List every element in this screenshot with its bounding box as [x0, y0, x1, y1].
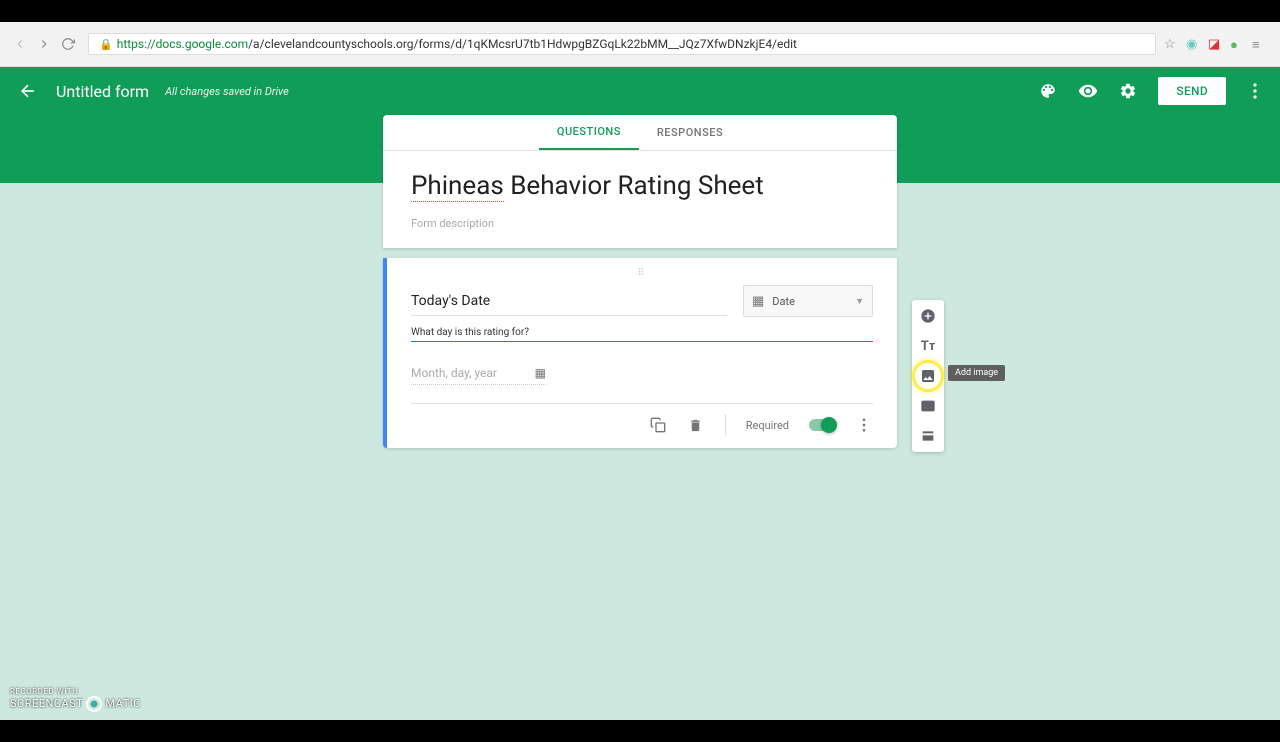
- app-header: Untitled form All changes saved in Drive…: [0, 67, 1280, 115]
- url-bar[interactable]: 🔒 https://docs.google.com/a/clevelandcou…: [88, 33, 1156, 55]
- watermark-brand2: MATIC: [106, 697, 141, 710]
- add-title-icon[interactable]: Tᴛ: [918, 336, 938, 356]
- forward-nav-icon[interactable]: [35, 35, 53, 53]
- side-toolbar: Tᴛ: [912, 300, 944, 452]
- tab-responses[interactable]: RESPONSES: [639, 115, 741, 150]
- date-input-preview: Month, day, year ▦: [411, 362, 546, 385]
- question-footer: Required: [411, 403, 873, 436]
- back-arrow-icon[interactable]: [16, 79, 40, 103]
- form-description[interactable]: Form description: [411, 217, 869, 230]
- back-nav-icon[interactable]: [11, 35, 29, 53]
- date-placeholder: Month, day, year: [411, 366, 497, 380]
- ext3-icon[interactable]: ●: [1230, 37, 1244, 51]
- calendar-icon: ▦: [752, 294, 764, 309]
- watermark: RECORDED WITH SCREENCAST MATIC: [10, 687, 141, 712]
- send-button[interactable]: SEND: [1158, 77, 1226, 105]
- settings-icon[interactable]: [1118, 81, 1138, 101]
- add-section-icon[interactable]: [918, 426, 938, 446]
- lock-icon: 🔒: [99, 38, 113, 51]
- watermark-brand1: SCREENCAST: [10, 697, 83, 710]
- palette-icon[interactable]: [1038, 81, 1058, 101]
- tabs: QUESTIONS RESPONSES: [383, 115, 897, 151]
- form-header-card: QUESTIONS RESPONSES Phineas Behavior Rat…: [383, 115, 897, 248]
- watermark-line1: RECORDED WITH: [10, 687, 141, 696]
- question-type-select[interactable]: ▦ Date ▼: [743, 285, 873, 317]
- reload-icon[interactable]: [59, 35, 77, 53]
- delete-icon[interactable]: [687, 416, 705, 434]
- tab-questions[interactable]: QUESTIONS: [539, 115, 639, 150]
- chrome-menu-icon[interactable]: ≡: [1252, 37, 1266, 51]
- form-title[interactable]: Phineas Behavior Rating Sheet: [411, 171, 869, 201]
- question-type-label: Date: [772, 295, 795, 308]
- add-image-icon[interactable]: [918, 366, 938, 386]
- chevron-down-icon: ▼: [855, 296, 864, 307]
- add-video-icon[interactable]: [918, 396, 938, 416]
- form-title-rest: Behavior Rating Sheet: [504, 171, 764, 201]
- url-host: https://docs.google.com: [117, 37, 248, 51]
- preview-icon[interactable]: [1078, 81, 1098, 101]
- duplicate-icon[interactable]: [649, 416, 667, 434]
- required-label: Required: [746, 419, 789, 432]
- ext2-icon[interactable]: ◪: [1208, 37, 1222, 51]
- form-name[interactable]: Untitled form: [56, 82, 149, 101]
- calendar-icon: ▦: [535, 366, 546, 380]
- extension-icons: ☆ ◉ ◪ ● ≡: [1164, 37, 1272, 51]
- browser-toolbar: 🔒 https://docs.google.com/a/clevelandcou…: [0, 22, 1280, 67]
- more-menu-icon[interactable]: [1246, 83, 1264, 99]
- drag-handle-icon[interactable]: ⠿: [411, 266, 873, 281]
- form-title-word: Phineas: [411, 171, 504, 202]
- divider: [725, 414, 726, 436]
- question-title[interactable]: Today's Date: [411, 287, 727, 316]
- url-path: /a/clevelandcountyschools.org/forms/d/1q…: [248, 37, 797, 51]
- ext1-icon[interactable]: ◉: [1186, 37, 1200, 51]
- tooltip: Add image: [948, 365, 1005, 381]
- save-status: All changes saved in Drive: [165, 85, 289, 98]
- question-more-icon[interactable]: [855, 416, 873, 434]
- question-card[interactable]: ⠿ Today's Date ▦ Date ▼ Month, day, year…: [383, 258, 897, 448]
- watermark-logo-icon: [86, 696, 102, 712]
- question-description-input[interactable]: [411, 323, 873, 342]
- add-question-icon[interactable]: [918, 306, 938, 326]
- star-icon[interactable]: ☆: [1164, 37, 1178, 51]
- required-toggle[interactable]: [809, 419, 835, 431]
- app-container: Untitled form All changes saved in Drive…: [0, 67, 1280, 720]
